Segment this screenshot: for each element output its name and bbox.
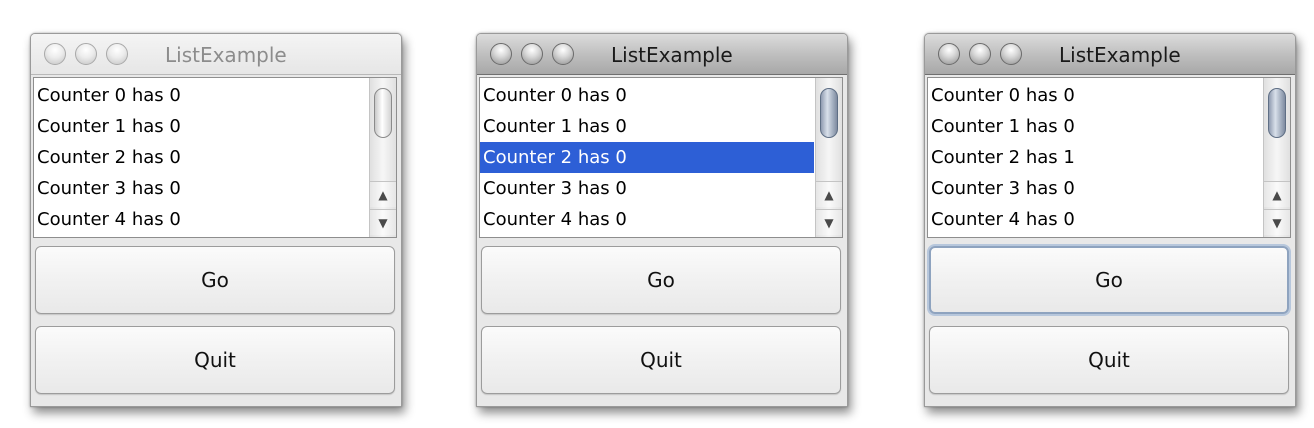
list-item[interactable]: Counter 1 has 0 — [928, 111, 1262, 142]
scroll-down-icon[interactable]: ▼ — [370, 209, 396, 235]
window-title: ListExample — [165, 43, 287, 67]
minimize-icon[interactable] — [969, 43, 991, 65]
title-bar[interactable]: ListExample — [31, 34, 401, 75]
scroll-up-icon[interactable]: ▲ — [816, 181, 842, 207]
list-item[interactable]: Counter 4 has 0 — [34, 204, 368, 235]
window-1: ListExample Counter 0 has 0 Counter 1 ha… — [30, 33, 402, 407]
vertical-scrollbar[interactable]: ▲ ▼ — [369, 78, 396, 237]
window-controls — [938, 43, 1022, 65]
window-controls — [490, 43, 574, 65]
quit-button[interactable]: Quit — [481, 326, 841, 394]
minimize-icon[interactable] — [521, 43, 543, 65]
scroll-up-icon[interactable]: ▲ — [1264, 181, 1290, 207]
scrollbar-thumb[interactable] — [1268, 88, 1286, 138]
scrollbar-thumb[interactable] — [820, 88, 838, 138]
window-title: ListExample — [611, 43, 733, 67]
counter-list[interactable]: Counter 0 has 0 Counter 1 has 0 Counter … — [927, 77, 1291, 238]
minimize-icon[interactable] — [75, 43, 97, 65]
list-item[interactable]: Counter 3 has 0 — [928, 173, 1262, 204]
list-item[interactable]: Counter 4 has 0 — [480, 204, 814, 235]
counter-list[interactable]: Counter 0 has 0 Counter 1 has 0 Counter … — [33, 77, 397, 238]
go-button[interactable]: Go — [35, 246, 395, 314]
counter-list[interactable]: Counter 0 has 0 Counter 1 has 0 Counter … — [479, 77, 843, 238]
window-2: ListExample Counter 0 has 0 Counter 1 ha… — [476, 33, 848, 407]
close-icon[interactable] — [490, 43, 512, 65]
window-title: ListExample — [1059, 43, 1181, 67]
list-item[interactable]: Counter 3 has 0 — [34, 173, 368, 204]
window-3: ListExample Counter 0 has 0 Counter 1 ha… — [924, 33, 1296, 407]
scroll-down-icon[interactable]: ▼ — [816, 209, 842, 235]
list-item[interactable]: Counter 3 has 0 — [480, 173, 814, 204]
close-icon[interactable] — [938, 43, 960, 65]
list-item[interactable]: Counter 4 has 0 — [928, 204, 1262, 235]
zoom-icon[interactable] — [552, 43, 574, 65]
list-item[interactable]: Counter 1 has 0 — [480, 111, 814, 142]
quit-button[interactable]: Quit — [35, 326, 395, 394]
list-item-selected[interactable]: Counter 2 has 0 — [480, 142, 814, 173]
quit-button[interactable]: Quit — [929, 326, 1289, 394]
title-bar[interactable]: ListExample — [477, 34, 847, 75]
go-button[interactable]: Go — [929, 246, 1289, 314]
list-item[interactable]: Counter 0 has 0 — [34, 80, 368, 111]
list-item[interactable]: Counter 0 has 0 — [928, 80, 1262, 111]
scroll-down-icon[interactable]: ▼ — [1264, 209, 1290, 235]
list-item[interactable]: Counter 0 has 0 — [480, 80, 814, 111]
scrollbar-thumb[interactable] — [374, 88, 392, 138]
vertical-scrollbar[interactable]: ▲ ▼ — [1263, 78, 1290, 237]
go-button[interactable]: Go — [481, 246, 841, 314]
zoom-icon[interactable] — [106, 43, 128, 65]
close-icon[interactable] — [44, 43, 66, 65]
list-item[interactable]: Counter 2 has 1 — [928, 142, 1262, 173]
title-bar[interactable]: ListExample — [925, 34, 1295, 75]
zoom-icon[interactable] — [1000, 43, 1022, 65]
list-item[interactable]: Counter 2 has 0 — [34, 142, 368, 173]
window-controls — [44, 43, 128, 65]
list-item[interactable]: Counter 1 has 0 — [34, 111, 368, 142]
scroll-up-icon[interactable]: ▲ — [370, 181, 396, 207]
vertical-scrollbar[interactable]: ▲ ▼ — [815, 78, 842, 237]
